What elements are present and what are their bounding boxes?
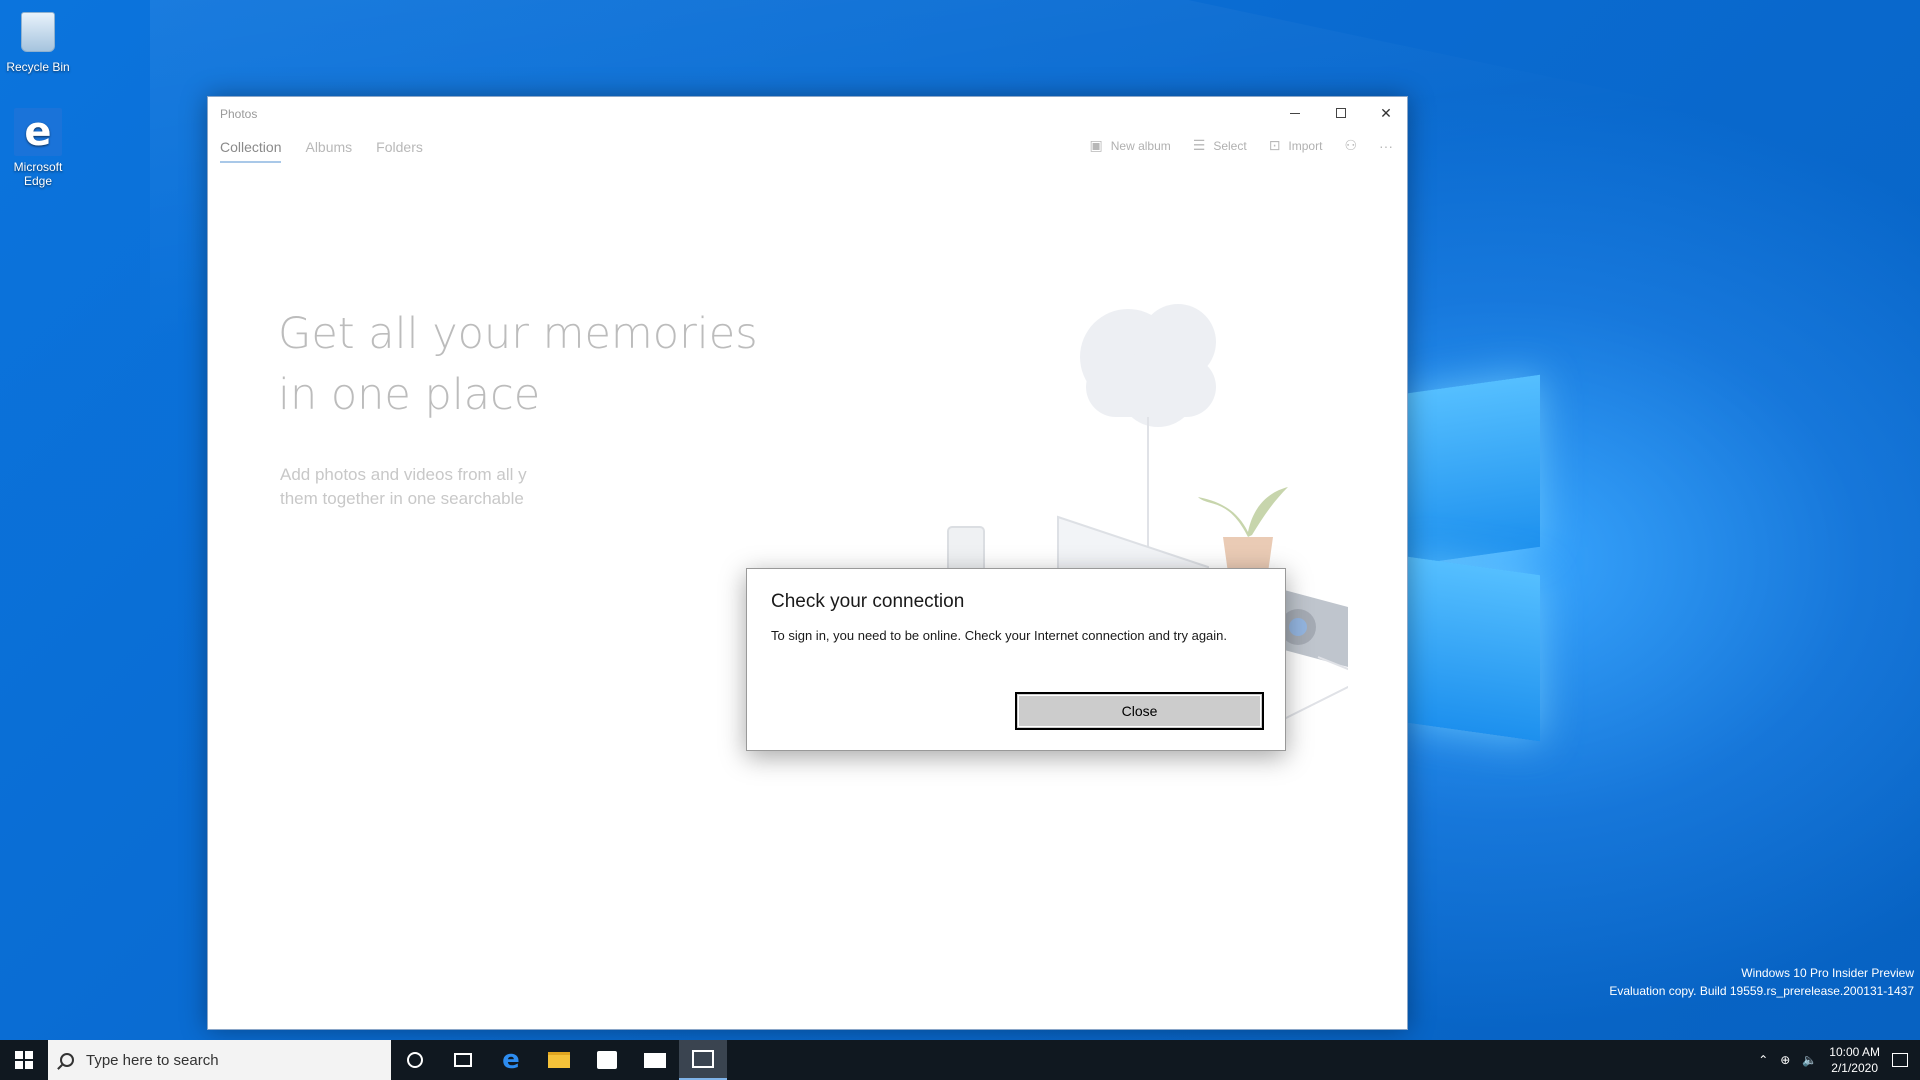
hero-subtitle-line-2: them together in one searchable [280,489,524,508]
tab-folders[interactable]: Folders [376,139,423,163]
account-button[interactable]: ⚇ [1344,137,1357,154]
mail-icon [644,1052,666,1068]
system-tray: ⌃ ⊕ 🔈 10:00 AM 2/1/2020 [1758,1040,1920,1080]
hero-subtitle: Add photos and videos from all y them to… [280,463,840,511]
import-icon: ⊡ [1268,137,1281,153]
windows-logo-pane-bottom [1408,556,1540,742]
chevron-up-icon[interactable]: ⌃ [1758,1053,1768,1067]
ellipsis-icon: ··· [1379,137,1393,154]
maximize-button[interactable] [1318,97,1364,129]
recycle-bin-icon [14,8,62,56]
windows-start-icon [15,1051,33,1069]
photos-window: Photos ✕ Collection Albums Folders ▣ New… [207,96,1408,1030]
hero-title-line-1: Get all your memories [278,309,758,359]
taskbar: Type here to search e ⌃ ⊕ 🔈 10:00 AM 2/1… [0,1040,1920,1080]
desktop-icon-label: Recycle Bin [6,60,70,74]
search-icon [60,1053,74,1067]
taskbar-search-box[interactable]: Type here to search [48,1040,391,1080]
file-explorer-icon [548,1052,570,1068]
person-icon: ⚇ [1344,137,1357,153]
volume-icon[interactable]: 🔈 [1802,1053,1817,1067]
desktop-icon-recycle-bin[interactable]: Recycle Bin [0,8,76,74]
windows-logo-pane-top [1408,374,1540,566]
new-album-button[interactable]: ▣ New album [1090,137,1171,154]
import-button[interactable]: ⊡ Import [1269,137,1323,154]
clock-time: 10:00 AM [1829,1045,1880,1059]
close-icon: ✕ [1380,104,1392,121]
select-button[interactable]: ☰ Select [1193,137,1247,154]
hero-title: Get all your memories in one place [278,304,798,426]
file-explorer-button[interactable] [535,1040,583,1080]
hero-title-line-2: in one place [278,370,541,420]
tab-albums[interactable]: Albums [305,139,352,163]
task-view-icon [454,1053,472,1067]
clock-date: 2/1/2020 [1831,1061,1878,1075]
app-title: Photos [220,107,258,121]
task-view-button[interactable] [439,1040,487,1080]
cloud-icon [1080,304,1216,427]
desktop-icon-label: Microsoft Edge [13,160,63,188]
watermark-line-build: Evaluation copy. Build 19559.rs_prerelea… [1609,984,1914,998]
dialog-message: To sign in, you need to be online. Check… [771,628,1228,643]
toolbar: ▣ New album ☰ Select ⊡ Import ⚇ ··· [1090,137,1394,154]
clock[interactable]: 10:00 AM 2/1/2020 [1829,1044,1880,1076]
new-album-icon: ▣ [1089,137,1103,153]
evaluation-watermark: Windows 10 Pro Insider Preview Evaluatio… [1609,964,1914,1000]
minimize-icon [1290,112,1300,114]
edge-icon: e [14,108,62,156]
watermark-line-edition: Windows 10 Pro Insider Preview [1741,966,1914,980]
connection-dialog: Check your connection To sign in, you ne… [746,568,1286,751]
edge-icon: e [502,1045,520,1075]
more-options-button[interactable]: ··· [1379,138,1393,154]
store-button[interactable] [583,1040,631,1080]
store-icon [597,1051,617,1069]
notification-icon[interactable] [1892,1053,1908,1067]
dialog-title: Check your connection [771,591,965,612]
desktop-icon-microsoft-edge[interactable]: e Microsoft Edge [0,108,76,188]
cortana-icon [407,1052,423,1068]
close-button[interactable]: ✕ [1363,97,1409,129]
select-label: Select [1213,138,1247,153]
cortana-button[interactable] [391,1040,439,1080]
dialog-close-button[interactable]: Close [1015,692,1264,730]
nav-tabs: Collection Albums Folders [220,139,423,163]
start-button[interactable] [0,1040,48,1080]
import-label: Import [1288,138,1323,153]
minimize-button[interactable] [1272,97,1318,129]
edge-taskbar-button[interactable]: e [487,1040,535,1080]
search-placeholder: Type here to search [86,1051,219,1069]
network-icon[interactable]: ⊕ [1780,1053,1790,1067]
tab-collection[interactable]: Collection [220,139,282,163]
photos-icon [692,1050,714,1068]
hero-subtitle-line-1: Add photos and videos from all y [280,465,527,484]
select-icon: ☰ [1192,137,1206,153]
title-bar[interactable]: Photos ✕ [208,97,1407,129]
mail-button[interactable] [631,1040,679,1080]
photos-taskbar-button[interactable] [679,1040,727,1080]
new-album-label: New album [1110,138,1171,153]
maximize-icon [1336,108,1346,118]
